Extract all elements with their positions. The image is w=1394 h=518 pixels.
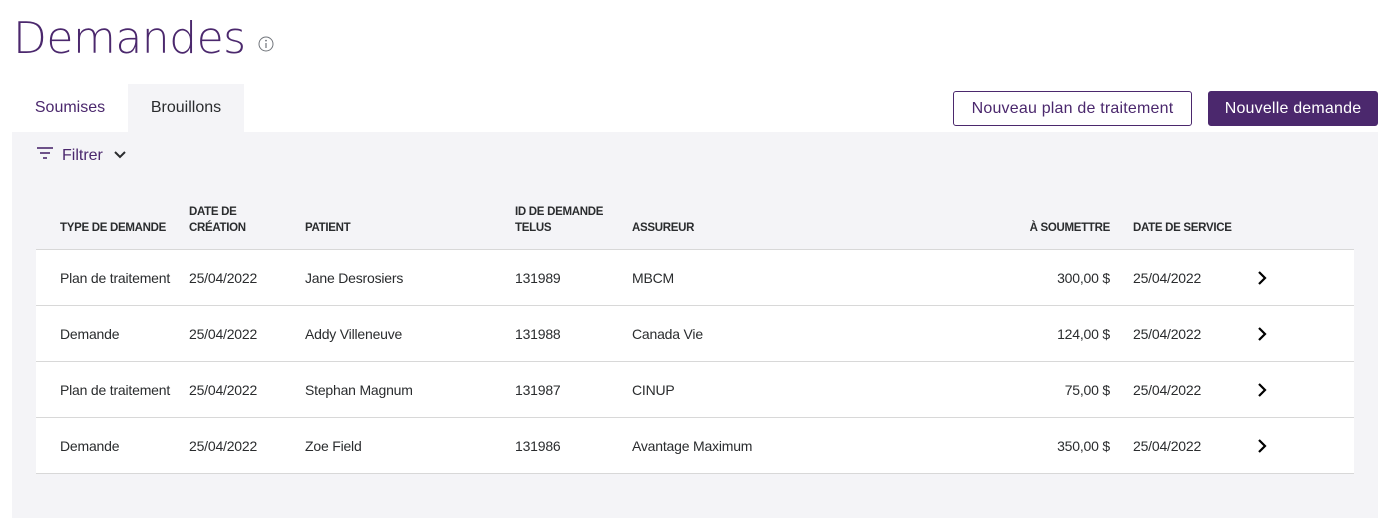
table-row[interactable]: Plan de traitement 25/04/2022 Stephan Ma…	[36, 362, 1354, 418]
cell-amount: 124,00 $	[1057, 326, 1110, 342]
cell-claim-id: 131986	[515, 438, 561, 454]
filter-label: Filtrer	[62, 146, 103, 164]
cell-created: 25/04/2022	[189, 382, 258, 398]
header-service-date: DATE DE SERVICE	[1133, 222, 1232, 234]
filter-toggle[interactable]: Filtrer	[36, 146, 127, 165]
tab-submitted[interactable]: Soumises	[12, 84, 128, 132]
cell-service-date: 25/04/2022	[1133, 270, 1202, 286]
tab-drafts[interactable]: Brouillons	[128, 84, 244, 132]
header-insurer: ASSUREUR	[632, 222, 695, 234]
cell-patient: Zoe Field	[305, 438, 362, 454]
table-row[interactable]: Plan de traitement 25/04/2022 Jane Desro…	[36, 250, 1354, 306]
cell-amount: 300,00 $	[1057, 270, 1110, 286]
cell-claim-id: 131989	[515, 270, 561, 286]
cell-patient: Stephan Magnum	[305, 382, 413, 398]
cell-created: 25/04/2022	[189, 438, 258, 454]
header-created-line1: DATE DE	[189, 206, 237, 218]
chevron-right-icon[interactable]	[1254, 438, 1270, 454]
cell-insurer: CINUP	[632, 382, 675, 398]
cell-patient: Addy Villeneuve	[305, 326, 403, 342]
cell-type: Plan de traitement	[60, 382, 171, 398]
drafts-table: TYPE DE DEMANDE DATE DE CRÉATION PATIENT…	[36, 200, 1354, 474]
header-claim-id: ID DE DEMANDE TELUS	[515, 204, 603, 236]
cell-type: Plan de traitement	[60, 270, 171, 286]
cell-created: 25/04/2022	[189, 326, 258, 342]
page-header: Demandes	[13, 12, 274, 66]
cell-claim-id: 131987	[515, 382, 561, 398]
table-header: TYPE DE DEMANDE DATE DE CRÉATION PATIENT…	[36, 200, 1354, 250]
cell-insurer: Canada Vie	[632, 326, 703, 342]
cell-insurer: Avantage Maximum	[632, 438, 753, 454]
cell-insurer: MBCM	[632, 270, 674, 286]
header-created: DATE DE CRÉATION	[189, 204, 246, 236]
cell-type: Demande	[60, 326, 120, 342]
cell-patient: Jane Desrosiers	[305, 270, 404, 286]
table-row[interactable]: Demande 25/04/2022 Addy Villeneuve 13198…	[36, 306, 1354, 362]
cell-amount: 75,00 $	[1064, 382, 1111, 398]
chevron-right-icon[interactable]	[1254, 270, 1270, 286]
header-type: TYPE DE DEMANDE	[60, 222, 167, 234]
cell-service-date: 25/04/2022	[1133, 382, 1202, 398]
info-icon[interactable]	[258, 36, 274, 52]
chevron-down-icon	[113, 147, 127, 165]
new-claim-button[interactable]: Nouvelle demande	[1208, 91, 1378, 126]
cell-claim-id: 131988	[515, 326, 561, 342]
chevron-right-icon[interactable]	[1254, 326, 1270, 342]
cell-service-date: 25/04/2022	[1133, 438, 1202, 454]
filter-icon	[36, 146, 54, 165]
table-body: Plan de traitement 25/04/2022 Jane Desro…	[36, 250, 1354, 474]
header-patient: PATIENT	[305, 222, 351, 234]
table-row[interactable]: Demande 25/04/2022 Zoe Field 131986 Avan…	[36, 418, 1354, 474]
header-amount: À SOUMETTRE	[1029, 222, 1111, 234]
cell-amount: 350,00 $	[1057, 438, 1110, 454]
new-treatment-plan-button[interactable]: Nouveau plan de traitement	[953, 91, 1192, 126]
page-title: Demandes	[13, 13, 246, 64]
header-claim-id-line1: ID DE DEMANDE	[515, 206, 604, 218]
cell-created: 25/04/2022	[189, 270, 258, 286]
header-created-line2: CRÉATION	[189, 222, 246, 234]
cell-type: Demande	[60, 438, 120, 454]
drafts-panel: Filtrer TYPE DE DEMANDE DATE DE CRÉATION…	[12, 132, 1378, 518]
header-claim-id-line2: TELUS	[515, 222, 552, 234]
cell-service-date: 25/04/2022	[1133, 326, 1202, 342]
chevron-right-icon[interactable]	[1254, 382, 1270, 398]
